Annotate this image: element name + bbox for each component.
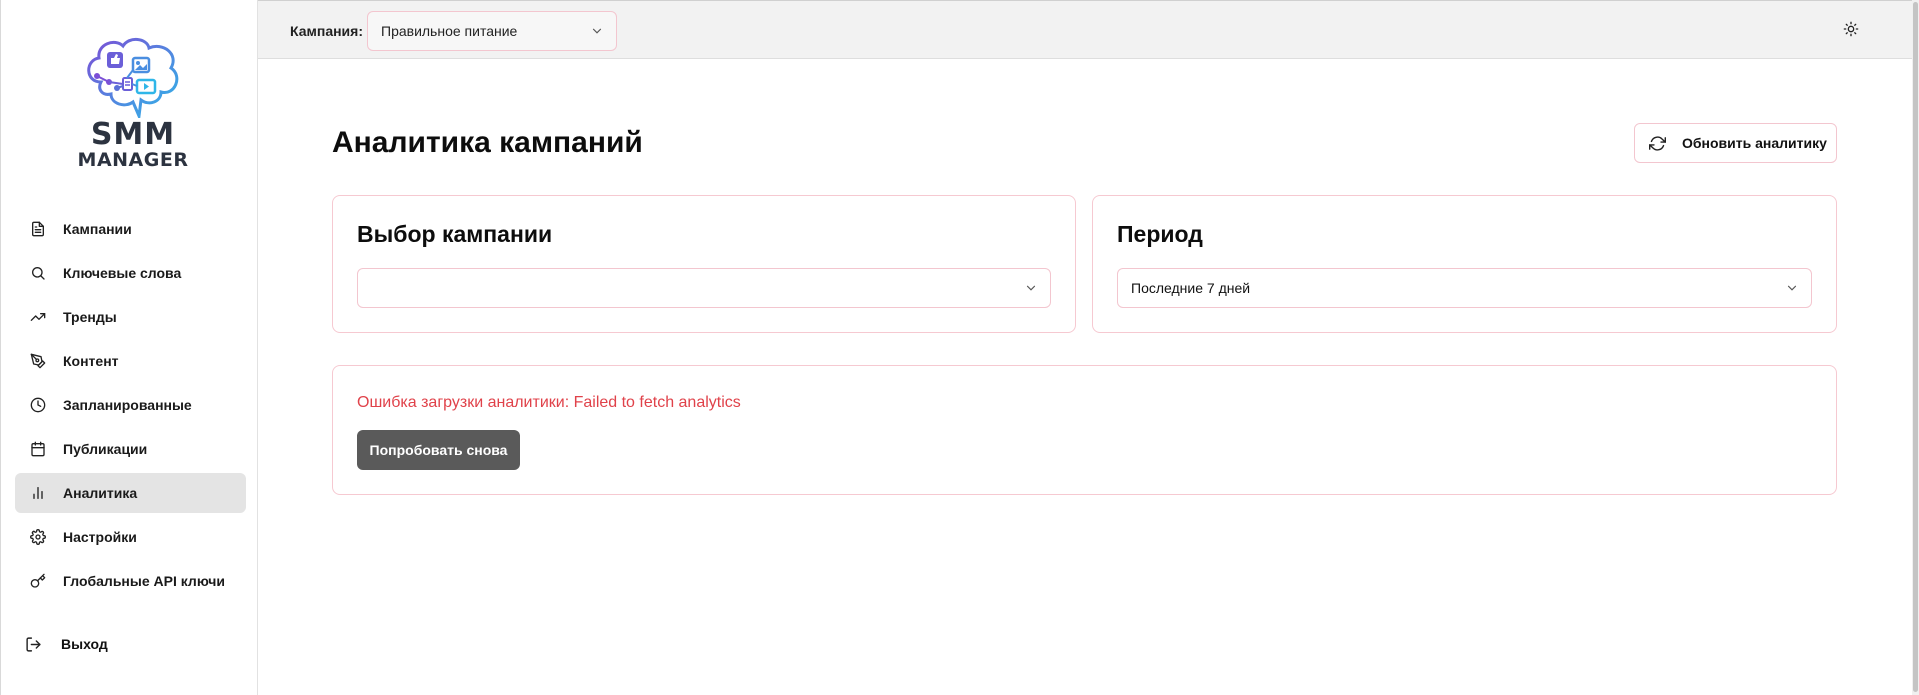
chevron-down-icon [1785, 281, 1799, 298]
app-logo[interactable]: SMM MANAGER [73, 36, 193, 170]
period-dropdown-value: Последние 7 дней [1131, 280, 1251, 296]
logout-button[interactable]: Выход [23, 634, 108, 654]
sidebar-item-label: Контент [63, 353, 119, 369]
sidebar: SMM MANAGER Кампании Ключевые слова Трен… [0, 0, 258, 695]
sidebar-item-label: Запланированные [63, 397, 192, 413]
gear-icon [29, 528, 47, 546]
period-dropdown[interactable]: Последние 7 дней [1117, 268, 1812, 308]
sidebar-item-settings[interactable]: Настройки [15, 517, 246, 557]
sidebar-item-analytics[interactable]: Аналитика [15, 473, 246, 513]
sidebar-item-content[interactable]: Контент [15, 341, 246, 381]
clock-icon [29, 396, 47, 414]
sidebar-item-campaigns[interactable]: Кампании [15, 209, 246, 249]
theme-toggle-button[interactable] [1840, 20, 1862, 42]
sidebar-item-scheduled[interactable]: Запланированные [15, 385, 246, 425]
logo-text-manager: MANAGER [77, 149, 189, 171]
chevron-down-icon [590, 24, 604, 41]
logout-label: Выход [61, 636, 108, 652]
refresh-icon [1649, 135, 1666, 152]
sidebar-item-global-api-keys[interactable]: Глобальные API ключи [15, 561, 246, 601]
campaign-selection-title: Выбор кампании [357, 221, 553, 247]
search-icon [29, 264, 47, 282]
refresh-analytics-label: Обновить аналитику [1682, 135, 1827, 151]
file-text-icon [29, 220, 47, 238]
chevron-down-icon [1024, 281, 1038, 298]
sidebar-item-publications[interactable]: Публикации [15, 429, 246, 469]
error-card: Ошибка загрузки аналитики: Failed to fet… [332, 365, 1837, 495]
vertical-scrollbar[interactable] [1912, 0, 1919, 695]
page-title: Аналитика кампаний [332, 126, 643, 159]
logo-text-smm: SMM [90, 117, 176, 152]
campaign-label: Кампания: [290, 23, 363, 39]
sidebar-nav: Кампании Ключевые слова Тренды Контент З… [15, 209, 246, 605]
period-title: Период [1117, 221, 1203, 247]
sidebar-item-label: Публикации [63, 441, 148, 457]
campaign-select[interactable]: Правильное питание [367, 11, 617, 51]
refresh-analytics-button[interactable]: Обновить аналитику [1634, 123, 1837, 163]
error-message: Ошибка загрузки аналитики: Failed to fet… [357, 394, 741, 411]
sidebar-item-label: Ключевые слова [63, 265, 182, 281]
key-icon [29, 572, 47, 590]
sidebar-item-label: Настройки [63, 529, 137, 545]
sidebar-item-keywords[interactable]: Ключевые слова [15, 253, 246, 293]
sidebar-item-label: Аналитика [63, 485, 138, 501]
top-bar: Кампания: Правильное питание [258, 0, 1912, 59]
campaign-selection-card: Выбор кампании [332, 195, 1076, 333]
campaign-dropdown[interactable] [357, 268, 1051, 308]
period-card: Период Последние 7 дней [1092, 195, 1837, 333]
log-out-icon [23, 634, 43, 654]
scrollbar-thumb[interactable] [1913, 2, 1918, 692]
campaign-select-value: Правильное питание [381, 23, 518, 39]
calendar-icon [29, 440, 47, 458]
pen-tool-icon [29, 352, 47, 370]
sidebar-item-label: Кампании [63, 221, 132, 237]
retry-button[interactable]: Попробовать снова [357, 430, 520, 470]
sidebar-item-label: Глобальные API ключи [63, 573, 225, 589]
sun-icon [1843, 21, 1859, 42]
trending-up-icon [29, 308, 47, 326]
sidebar-item-trends[interactable]: Тренды [15, 297, 246, 337]
brain-logo-icon [87, 38, 179, 118]
sidebar-item-label: Тренды [63, 309, 117, 325]
bar-chart-icon [29, 484, 47, 502]
